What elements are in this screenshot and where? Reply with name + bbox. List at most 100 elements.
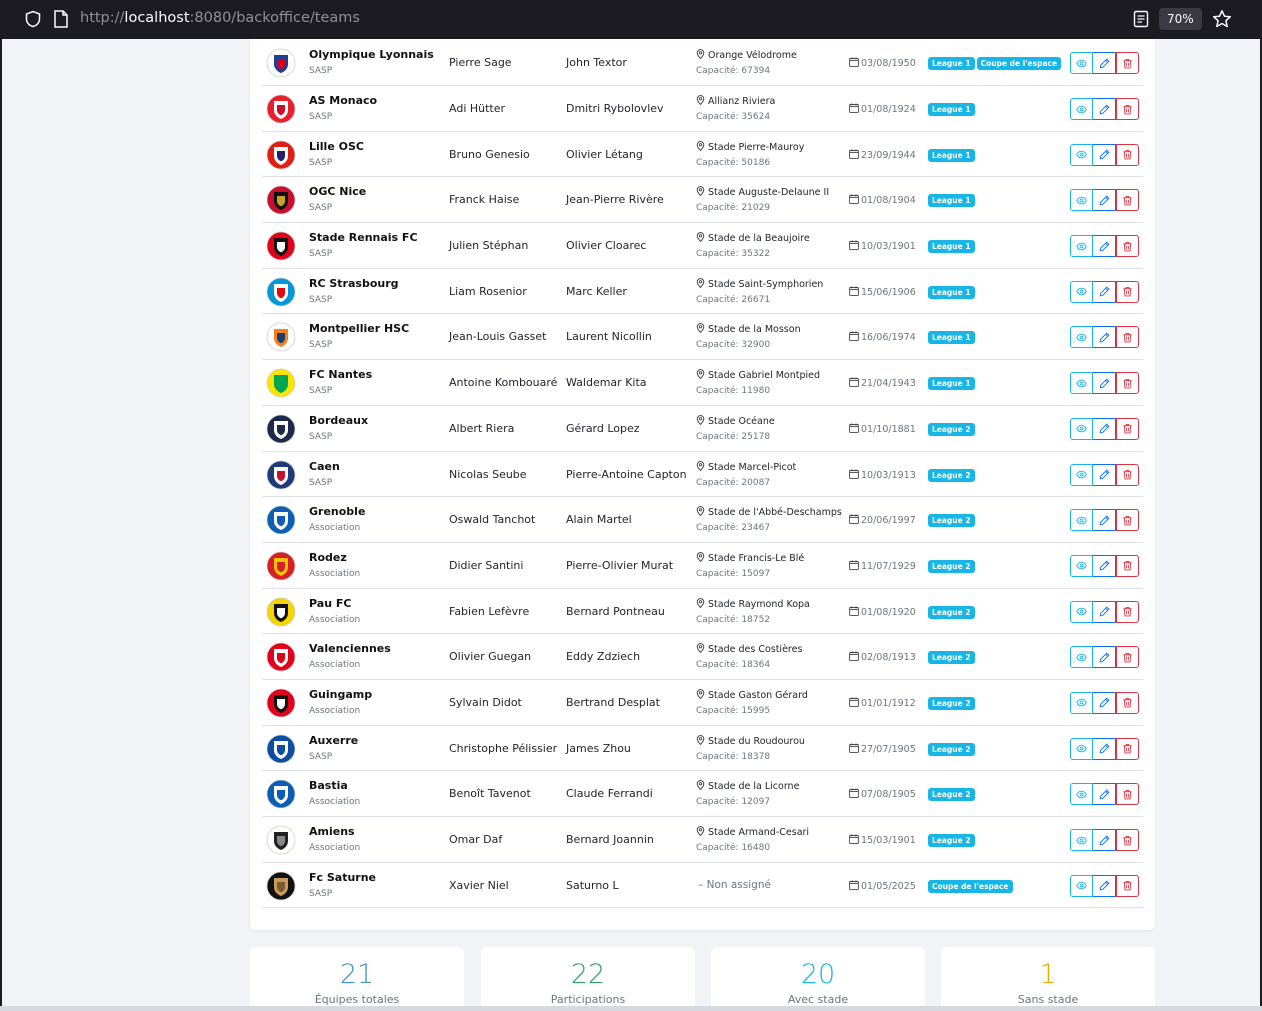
table-row: RC Strasbourg SASP Liam Rosenior Marc Ke… <box>262 269 1143 315</box>
stat-without-stadium-label: Sans stade <box>1017 993 1079 1006</box>
delete-button[interactable] <box>1116 280 1139 303</box>
pencil-icon <box>1099 282 1110 301</box>
address-bar[interactable]: http://localhost:8080/backoffice/teams <box>80 10 360 26</box>
view-button[interactable] <box>1070 600 1093 623</box>
edit-button[interactable] <box>1093 554 1116 577</box>
stadium-capacity: Capacité: 20087 <box>696 477 771 488</box>
team-president: Bernard Joannin <box>566 833 654 846</box>
edit-button[interactable] <box>1093 417 1116 440</box>
edit-button[interactable] <box>1093 646 1116 669</box>
view-button[interactable] <box>1070 646 1093 669</box>
view-button[interactable] <box>1070 98 1093 120</box>
founding-date: 01/05/2025 <box>849 880 916 893</box>
delete-button[interactable] <box>1116 372 1139 395</box>
view-button[interactable] <box>1070 783 1093 806</box>
delete-button[interactable] <box>1116 783 1139 806</box>
delete-button[interactable] <box>1116 463 1139 486</box>
view-button[interactable] <box>1070 554 1093 577</box>
edit-button[interactable] <box>1093 691 1116 714</box>
view-button[interactable] <box>1070 874 1093 897</box>
team-president: Marc Keller <box>566 284 627 298</box>
edit-button[interactable] <box>1093 874 1116 897</box>
view-button[interactable] <box>1070 189 1093 212</box>
map-pin-icon <box>696 460 705 474</box>
delete-button[interactable] <box>1116 874 1139 897</box>
stadium-label: Stade Pierre-Mauroy <box>708 141 805 153</box>
trash-icon <box>1122 831 1133 850</box>
delete-button[interactable] <box>1116 509 1139 532</box>
trash-icon <box>1122 693 1133 712</box>
view-button[interactable] <box>1070 691 1093 714</box>
competition-badges: League 2 <box>928 468 975 482</box>
view-button[interactable] <box>1070 372 1093 395</box>
delete-button[interactable] <box>1116 235 1139 258</box>
edit-button[interactable] <box>1093 98 1116 120</box>
stadium-capacity: Capacité: 18378 <box>696 751 771 762</box>
delete-button[interactable] <box>1116 829 1139 851</box>
edit-button[interactable] <box>1093 783 1116 806</box>
shield-icon[interactable] <box>24 10 42 28</box>
team-coach: Franck Haise <box>449 193 520 207</box>
delete-button[interactable] <box>1116 600 1139 623</box>
team-president: Eddy Zdziech <box>566 650 641 664</box>
stat-with-stadium-label: Avec stade <box>787 993 849 1006</box>
view-button[interactable] <box>1070 737 1093 760</box>
edit-button[interactable] <box>1093 52 1116 74</box>
founding-date: 16/06/1974 <box>849 331 916 344</box>
calendar-icon <box>849 514 859 527</box>
zoom-level-button[interactable]: 70% <box>1159 8 1202 30</box>
team-name: Caen <box>309 459 340 473</box>
founding-date: 15/03/1901 <box>849 834 916 847</box>
edit-button[interactable] <box>1093 235 1116 258</box>
bookmark-star-icon[interactable] <box>1212 9 1232 29</box>
delete-button[interactable] <box>1116 98 1139 120</box>
team-coach: Omar Daf <box>449 833 503 846</box>
delete-button[interactable] <box>1116 417 1139 440</box>
view-button[interactable] <box>1070 326 1093 349</box>
team-type: Association <box>309 797 361 808</box>
edit-button[interactable] <box>1093 829 1116 851</box>
trash-icon <box>1122 328 1133 347</box>
delete-button[interactable] <box>1116 646 1139 669</box>
team-name: Amiens <box>309 825 355 838</box>
edit-button[interactable] <box>1093 737 1116 760</box>
view-button[interactable] <box>1070 509 1093 532</box>
edit-button[interactable] <box>1093 372 1116 395</box>
delete-button[interactable] <box>1116 52 1139 74</box>
delete-button[interactable] <box>1116 189 1139 212</box>
stadium-label: Stade Gabriel Montpied <box>708 370 821 382</box>
view-button[interactable] <box>1070 280 1093 303</box>
founding-date: 21/04/1943 <box>849 377 916 390</box>
view-button[interactable] <box>1070 463 1093 486</box>
eye-icon <box>1076 237 1087 256</box>
view-button[interactable] <box>1070 417 1093 440</box>
team-name: Fc Saturne <box>309 870 377 884</box>
competition-badges: League 2 <box>928 696 975 710</box>
reader-view-icon[interactable] <box>1133 10 1149 28</box>
edit-button[interactable] <box>1093 143 1116 166</box>
view-button[interactable] <box>1070 143 1093 166</box>
view-button[interactable] <box>1070 235 1093 258</box>
delete-button[interactable] <box>1116 326 1139 349</box>
competition-badges: League 1 <box>928 285 975 299</box>
edit-button[interactable] <box>1093 463 1116 486</box>
map-pin-icon <box>696 232 705 245</box>
delete-button[interactable] <box>1116 737 1139 760</box>
edit-button[interactable] <box>1093 326 1116 349</box>
competition-badge: League 1 <box>928 331 975 345</box>
delete-button[interactable] <box>1116 554 1139 577</box>
eye-icon <box>1076 511 1087 530</box>
edit-button[interactable] <box>1093 280 1116 303</box>
edit-button[interactable] <box>1093 189 1116 212</box>
founding-date-value: 01/08/1920 <box>861 606 916 618</box>
edit-button[interactable] <box>1093 600 1116 623</box>
map-pin-icon <box>696 734 705 748</box>
trash-icon <box>1122 465 1133 484</box>
stadium-name: Stade Gabriel Montpied <box>696 369 820 382</box>
competition-badge: League 2 <box>928 788 975 802</box>
edit-button[interactable] <box>1093 509 1116 532</box>
delete-button[interactable] <box>1116 143 1139 166</box>
view-button[interactable] <box>1070 829 1093 851</box>
view-button[interactable] <box>1070 52 1093 74</box>
delete-button[interactable] <box>1116 691 1139 714</box>
